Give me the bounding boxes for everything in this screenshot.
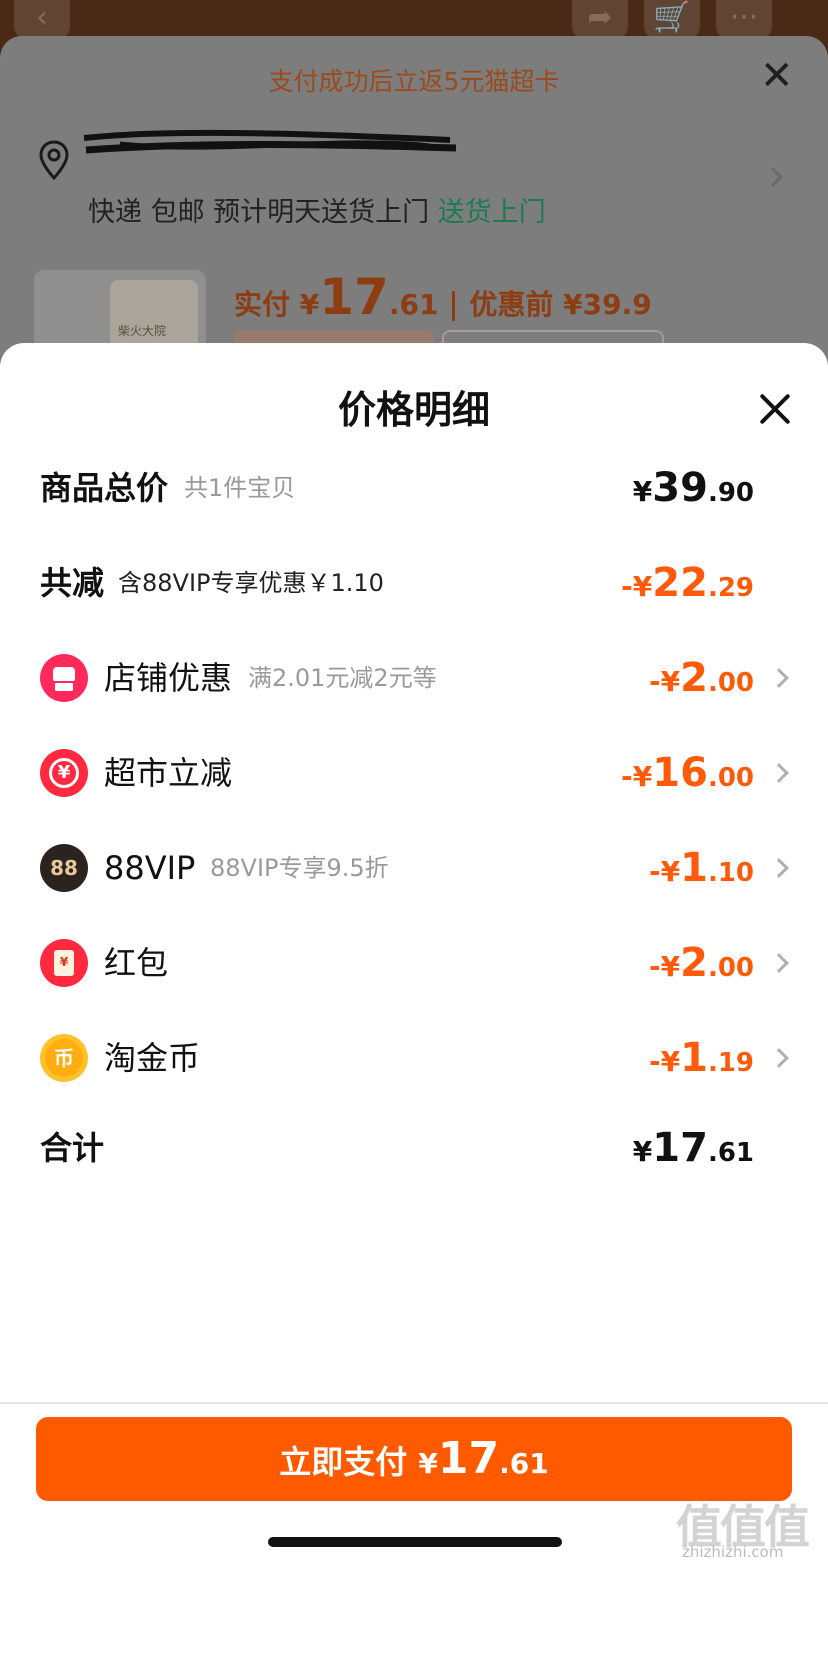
sheet-title: 价格明细	[337, 388, 490, 432]
amount-dec: .00	[707, 763, 754, 793]
currency-symbol: -¥	[648, 950, 681, 983]
amount-dec: .61	[707, 1138, 754, 1168]
location-pin-icon	[39, 140, 69, 180]
chevron-right-icon	[769, 1048, 789, 1068]
amount-dec: .90	[707, 478, 754, 508]
discount-label: 红包	[104, 944, 169, 982]
delivery-text: 快递 包邮 预计明天送货上门	[88, 197, 438, 228]
home-indicator[interactable]	[268, 1537, 562, 1547]
vip88-icon: 88	[40, 844, 88, 892]
actual-pay-dec: .61	[388, 288, 439, 321]
discount-row-88vip[interactable]: 88 88VIP 88VIP专享9.5折 -¥1.10	[0, 833, 828, 903]
reduction-amount: -¥22.29	[621, 548, 754, 618]
gold-coin-icon-glyph: 币	[45, 1039, 83, 1077]
chevron-right-icon	[769, 668, 789, 688]
discount-label: 超市立减	[104, 754, 233, 792]
reduction-note: 含88VIP专享优惠￥1.10	[118, 569, 384, 597]
store-icon	[40, 654, 88, 702]
discount-row-red-packet[interactable]: ¥ 红包 -¥2.00	[0, 928, 828, 998]
background-price-summary: 实付 ¥17.61 优惠前 ¥39.9	[234, 268, 652, 326]
delivery-highlight: 送货上门	[437, 197, 546, 228]
currency-symbol: ¥	[632, 1135, 653, 1168]
footer-divider	[0, 1402, 828, 1404]
price-detail-sheet: 价格明细 商品总价 共1件宝贝 ¥39.90 共减 含88VIP专享优惠￥1.1…	[0, 343, 828, 1653]
subtotal-row: 商品总价 共1件宝贝 ¥39.90	[0, 453, 828, 523]
amount-dec: .00	[707, 668, 754, 698]
pay-now-button[interactable]: 立即支付 ¥17.61	[36, 1417, 792, 1501]
discount-row-store[interactable]: 店铺优惠 满2.01元减2元等 -¥2.00	[0, 643, 828, 713]
amount-dec: .00	[707, 953, 754, 983]
reduction-row: 共减 含88VIP专享优惠￥1.10 -¥22.29	[0, 548, 828, 618]
product-image: 柴火大院	[110, 280, 198, 350]
discount-amount: -¥1.10	[649, 833, 754, 903]
currency-symbol: ¥	[418, 1447, 438, 1480]
subtotal-label: 商品总价	[40, 469, 169, 507]
currency-symbol: -¥	[621, 570, 653, 603]
back-icon[interactable]: ‹	[14, 0, 70, 40]
supermarket-icon-glyph: ¥	[57, 762, 71, 783]
cart-icon[interactable]: 🛒	[644, 0, 700, 40]
discount-amount: -¥1.19	[649, 1023, 754, 1093]
more-icon[interactable]: ···	[716, 0, 772, 40]
currency-symbol: -¥	[648, 1045, 681, 1078]
amount-int: 2	[680, 940, 708, 986]
checkout-close-icon[interactable]: ✕	[760, 56, 794, 96]
discount-amount: -¥2.00	[649, 928, 754, 998]
red-packet-icon-glyph: ¥	[59, 955, 69, 969]
amount-int: 1	[680, 1035, 708, 1081]
amount-int: 2	[680, 655, 708, 701]
discount-note: 88VIP专享9.5折	[210, 854, 389, 882]
actual-pay-label: 实付 ¥	[234, 288, 320, 321]
amount-dec: .29	[707, 573, 754, 603]
red-packet-icon: ¥	[40, 939, 88, 987]
close-icon[interactable]	[754, 389, 798, 433]
subtotal-note: 共1件宝贝	[184, 474, 296, 502]
discount-amount: -¥16.00	[621, 738, 754, 808]
discount-label: 淘金币	[104, 1039, 201, 1077]
amount-int: 16	[652, 750, 708, 796]
discount-label: 88VIP	[104, 849, 196, 887]
pay-button-label: 立即支付	[279, 1443, 419, 1481]
subtotal-amount: ¥39.90	[633, 453, 754, 523]
currency-symbol: -¥	[621, 760, 653, 793]
amount-dec: .61	[499, 1447, 549, 1480]
product-brand: 柴火大院	[118, 324, 167, 338]
amount-dec: .19	[707, 1048, 754, 1078]
total-row: 合计 ¥17.61	[0, 1113, 828, 1183]
discount-row-supermarket[interactable]: ¥ 超市立减 -¥16.00	[0, 738, 828, 808]
pre-discount-price: 优惠前 ¥39.9	[469, 288, 652, 321]
chevron-right-icon	[769, 763, 789, 783]
delivery-info: 快递 包邮 预计明天送货上门 送货上门	[88, 190, 546, 229]
currency-symbol: ¥	[632, 475, 653, 508]
discount-label: 店铺优惠	[104, 659, 233, 697]
supermarket-yen-icon: ¥	[40, 749, 88, 797]
amount-int: 39	[652, 465, 708, 511]
discount-row-gold-coin[interactable]: 币 淘金币 -¥1.19	[0, 1023, 828, 1093]
share-icon[interactable]: ➦	[572, 0, 628, 40]
actual-pay-int: 17	[319, 268, 389, 326]
total-label: 合计	[40, 1129, 105, 1167]
chevron-right-icon	[769, 858, 789, 878]
amount-int: 22	[652, 560, 708, 606]
price-separator	[452, 291, 456, 321]
watermark-url: zhizhizhi.com	[682, 1543, 784, 1561]
gold-coin-icon: 币	[40, 1034, 88, 1082]
discount-amount: -¥2.00	[649, 643, 754, 713]
currency-symbol: -¥	[648, 665, 681, 698]
discount-note: 满2.01元减2元等	[248, 664, 437, 692]
chevron-right-icon	[769, 953, 789, 973]
redacted-address-scribble	[83, 129, 457, 154]
currency-symbol: -¥	[648, 855, 681, 888]
amount-int: 1	[680, 845, 708, 891]
amount-int: 17	[652, 1125, 708, 1171]
promo-banner: 支付成功后立返5元猫超卡	[268, 67, 560, 96]
amount-dec: .10	[707, 858, 754, 888]
total-amount: ¥17.61	[633, 1113, 754, 1183]
reduction-label: 共减	[40, 564, 105, 602]
amount-int: 17	[437, 1433, 500, 1484]
